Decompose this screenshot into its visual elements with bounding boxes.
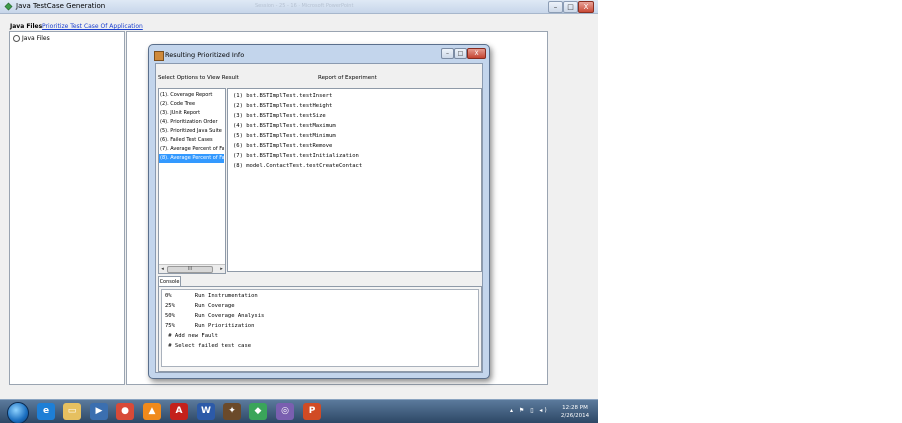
- dialog-title: Resulting Prioritized Info: [165, 51, 245, 59]
- console-line: # Select failed test case: [165, 343, 252, 349]
- tree-node-java-files[interactable]: Java Files: [13, 35, 50, 42]
- clock-date: 2/26/2014: [560, 413, 590, 419]
- dialog-java-icon: [154, 51, 164, 61]
- report-line: (1) bst.BSTImplTest.testInsert: [233, 93, 333, 99]
- clock-time: 12:28 PM: [562, 405, 588, 411]
- dialog-close-button[interactable]: X: [467, 48, 486, 59]
- report-line: (5) bst.BSTImplTest.testMinimum: [233, 133, 336, 139]
- eclipse-icon[interactable]: ◎: [276, 403, 294, 420]
- console-line: 0% Run Instrumentation: [165, 293, 258, 299]
- taskbar-clock[interactable]: 12:28 PM 2/26/2014: [560, 404, 590, 420]
- tab-prioritize-link[interactable]: Prioritize Test Case Of Application: [42, 23, 143, 30]
- option-failed-test-cases[interactable]: (6). Failed Test Cases: [159, 136, 224, 145]
- report-line: (6) bst.BSTImplTest.testRemove: [233, 143, 333, 149]
- report-line: (8) model.ContactTest.testCreateContact: [233, 163, 363, 169]
- app-title: Java TestCase Generation: [16, 2, 106, 10]
- file-tree-panel: Java Files: [9, 31, 125, 385]
- tree-node-icon: [13, 35, 20, 42]
- options-label: Select Options to View Result: [158, 75, 239, 81]
- java-app-icon: [4, 2, 13, 11]
- scroll-left-icon[interactable]: ◂: [159, 265, 166, 273]
- option-coverage-report[interactable]: (1). Coverage Report: [159, 91, 224, 100]
- console-text-area[interactable]: 0% Run Instrumentation 25% Run Coverage …: [161, 289, 479, 367]
- prioritized-info-dialog: Resulting Prioritized Info – □ X Select …: [148, 44, 490, 379]
- dialog-maximize-button[interactable]: □: [454, 48, 467, 59]
- option-prioritized-java-suite[interactable]: (5). Prioritized Java Suite: [159, 127, 224, 136]
- report-line: (4) bst.BSTImplTest.testMaximum: [233, 123, 336, 129]
- tree-node-label: Java Files: [22, 35, 50, 42]
- scroll-right-icon[interactable]: ▸: [218, 265, 225, 273]
- windows-taskbar: e ▭ ▶ ● ▲ A W ✦ ◆ ◎ P ▴ ⚑ ▯ ◂) 12:28 PM …: [0, 399, 598, 423]
- ie-icon[interactable]: e: [37, 403, 55, 420]
- acrobat-icon[interactable]: A: [170, 403, 188, 420]
- console-line: 25% Run Coverage: [165, 303, 235, 309]
- app-titlebar: Java TestCase Generation Session - 25 - …: [0, 0, 598, 14]
- tab-java-files[interactable]: Java Files: [10, 23, 42, 30]
- word-icon[interactable]: W: [197, 403, 215, 420]
- report-line: (2) bst.BSTImplTest.testHeight: [233, 103, 333, 109]
- report-label: Report of Experiment: [318, 75, 377, 81]
- dialog-minimize-button[interactable]: –: [441, 48, 454, 59]
- option-prioritization-order[interactable]: (4). Prioritization Order: [159, 118, 224, 127]
- android-icon[interactable]: ◆: [249, 403, 267, 420]
- media-player-icon[interactable]: ▶: [90, 403, 108, 420]
- dialog-content: Select Options to View Result Report of …: [155, 63, 483, 373]
- powerpoint-icon[interactable]: P: [303, 403, 321, 420]
- report-line: (7) bst.BSTImplTest.testInitialization: [233, 153, 359, 159]
- option-apfd-8-selected[interactable]: (8). Average Percent of Faults: [159, 154, 224, 163]
- app-icon[interactable]: ✦: [223, 403, 241, 420]
- option-junit-report[interactable]: (3). JUnit Report: [159, 109, 224, 118]
- background-window-title: Session - 25 - 16 · Microsoft PowerPoint: [255, 3, 354, 9]
- options-horizontal-scrollbar[interactable]: ◂ III ▸: [159, 264, 225, 273]
- option-code-tree[interactable]: (2). Code Tree: [159, 100, 224, 109]
- start-button-icon[interactable]: [7, 402, 29, 423]
- scroll-thumb[interactable]: III: [167, 266, 213, 273]
- console-line: 50% Run Coverage Analysis: [165, 313, 265, 319]
- app-minimize-button[interactable]: –: [548, 1, 563, 13]
- options-list[interactable]: (1). Coverage Report (2). Code Tree (3).…: [158, 88, 226, 274]
- system-tray-icons[interactable]: ▴ ⚑ ▯ ◂): [510, 407, 549, 414]
- report-text-area[interactable]: (1) bst.BSTImplTest.testInsert (2) bst.B…: [227, 88, 482, 272]
- app-close-button[interactable]: X: [578, 1, 594, 13]
- console-line: 75% Run Prioritization: [165, 323, 255, 329]
- console-line: # Add new Fault: [165, 333, 218, 339]
- explorer-icon[interactable]: ▭: [63, 403, 81, 420]
- vlc-icon[interactable]: ▲: [143, 403, 161, 420]
- option-apfd-7[interactable]: (7). Average Percent of Faults: [159, 145, 224, 154]
- console-panel: 0% Run Instrumentation 25% Run Coverage …: [158, 286, 482, 372]
- desktop-screen: Java TestCase Generation Session - 25 - …: [0, 0, 598, 423]
- chrome-icon[interactable]: ●: [116, 403, 134, 420]
- app-maximize-button[interactable]: □: [563, 1, 578, 13]
- report-line: (3) bst.BSTImplTest.testSize: [233, 113, 326, 119]
